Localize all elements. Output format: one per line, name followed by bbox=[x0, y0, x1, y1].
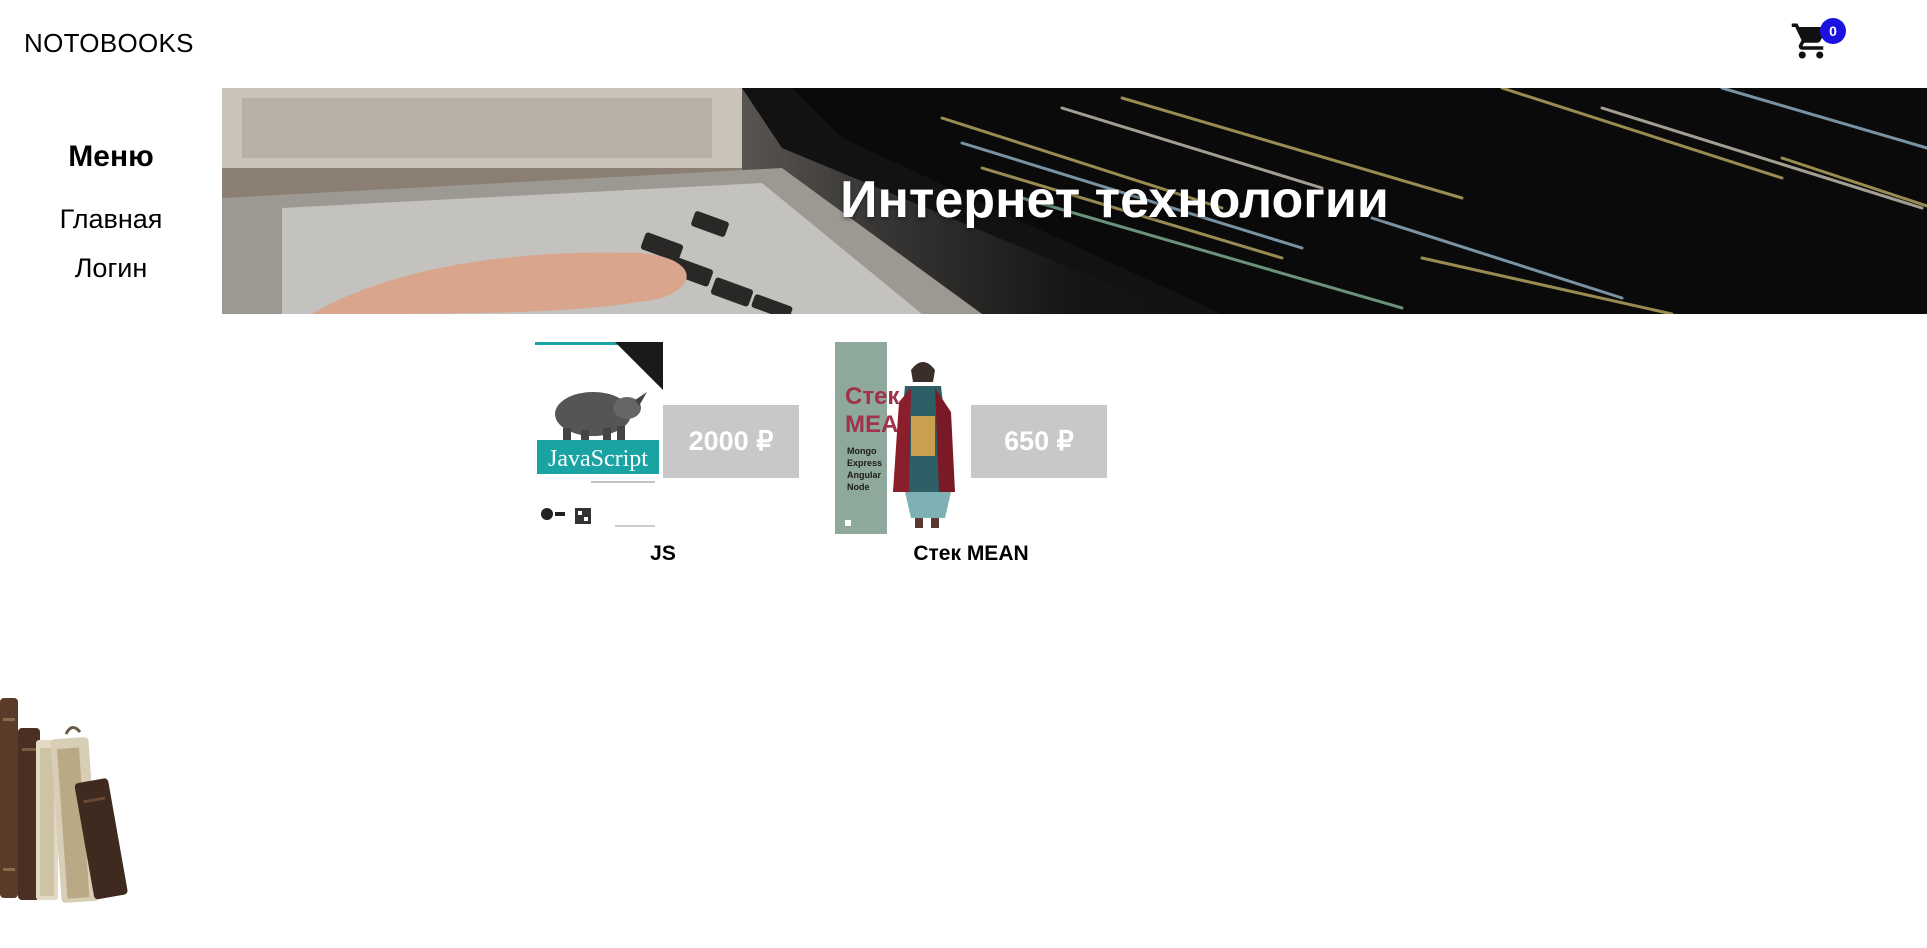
hero-banner: Интернет технологии bbox=[222, 88, 1927, 314]
cart-button[interactable]: 0 bbox=[1790, 18, 1846, 64]
price-button[interactable]: 650 ₽ bbox=[971, 405, 1107, 478]
cover-title-text: JavaScript bbox=[548, 446, 648, 472]
price-button[interactable]: 2000 ₽ bbox=[663, 405, 799, 478]
sidebar-menu: Меню Главная Логин bbox=[0, 88, 222, 318]
svg-text:Angular: Angular bbox=[847, 470, 881, 480]
old-books-image bbox=[0, 698, 128, 903]
site-logo[interactable]: NOTOBOOKS bbox=[24, 28, 194, 59]
menu-title: Меню bbox=[68, 140, 154, 173]
sidebar-item-home[interactable]: Главная bbox=[0, 204, 222, 235]
product-title[interactable]: JS bbox=[535, 542, 791, 566]
header: NOTOBOOKS 0 bbox=[0, 0, 1927, 88]
svg-text:Express: Express bbox=[847, 458, 882, 468]
svg-text:Mongo: Mongo bbox=[847, 446, 877, 456]
svg-text:Стек: Стек bbox=[845, 383, 900, 410]
banner-title: Интернет технологии bbox=[840, 171, 1389, 229]
product-title[interactable]: Стек MEAN bbox=[835, 542, 1107, 566]
cart-count-badge: 0 bbox=[1820, 18, 1846, 44]
svg-text:Node: Node bbox=[847, 482, 870, 492]
book-cover-mean[interactable]: Стек MEAN Mongo Express Angular Node bbox=[835, 342, 971, 534]
book-cover-js[interactable]: JavaScript bbox=[535, 342, 663, 534]
sidebar-item-login[interactable]: Логин bbox=[0, 253, 222, 284]
